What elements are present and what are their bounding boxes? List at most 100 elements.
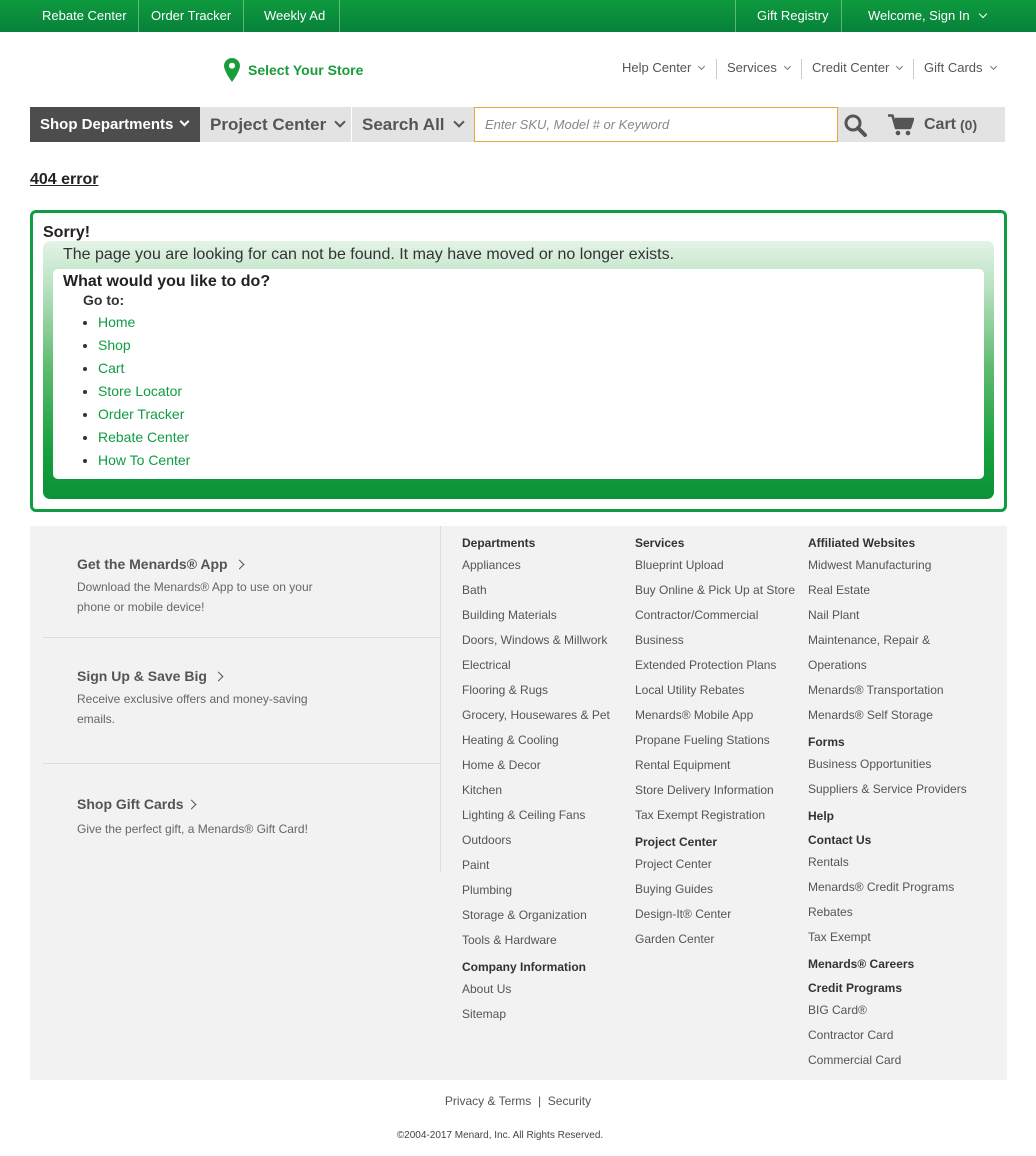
footer-link[interactable]: Garden Center: [635, 927, 805, 952]
gift-registry-link[interactable]: Gift Registry: [757, 0, 829, 32]
footer-link[interactable]: Nail Plant: [808, 603, 978, 628]
careers-heading[interactable]: Menards® Careers: [808, 955, 978, 974]
footer-link[interactable]: Maintenance, Repair & Operations: [808, 628, 943, 678]
footer-link[interactable]: Contractor/Commercial: [635, 603, 805, 628]
footer-link[interactable]: Flooring & Rugs: [462, 678, 632, 703]
footer-link[interactable]: Electrical: [462, 653, 632, 678]
search-all-label: Search All: [362, 115, 445, 134]
services-menu[interactable]: Services: [727, 60, 791, 78]
footer-link[interactable]: Appliances: [462, 553, 632, 578]
footer-link[interactable]: BIG Card®: [808, 998, 978, 1023]
footer-link[interactable]: Menards® Self Storage: [808, 703, 978, 728]
footer-link[interactable]: Buy Online & Pick Up at Store: [635, 578, 805, 603]
gift-cards-promo-link[interactable]: Shop Gift Cards: [77, 796, 197, 812]
store-locator-link[interactable]: Store Locator: [98, 383, 182, 399]
footer-link[interactable]: Doors, Windows & Millwork: [462, 628, 632, 653]
rebate-center-link[interactable]: Rebate Center: [42, 0, 127, 32]
sign-in-menu[interactable]: Welcome, Sign In: [868, 0, 987, 32]
footer-link[interactable]: Commercial Card: [808, 1048, 978, 1073]
footer-link[interactable]: Storage & Organization: [462, 903, 632, 928]
divider: [43, 763, 441, 764]
departments-heading: Departments: [462, 536, 536, 550]
footer-link[interactable]: Kitchen: [462, 778, 632, 803]
help-center-menu[interactable]: Help Center: [622, 60, 706, 78]
cart-link[interactable]: Cart: [98, 360, 124, 376]
footer-link[interactable]: Bath: [462, 578, 632, 603]
rebate-center-link[interactable]: Rebate Center: [98, 429, 189, 445]
home-link[interactable]: Home: [98, 314, 135, 330]
help-heading[interactable]: Help: [808, 807, 978, 826]
select-store-link[interactable]: Select Your Store: [224, 58, 363, 82]
footer-link[interactable]: Menards® Transportation: [808, 678, 978, 703]
footer-link[interactable]: Suppliers & Service Providers: [808, 777, 978, 802]
footer-link[interactable]: About Us: [462, 977, 632, 1002]
footer-link[interactable]: Menards® Mobile App: [635, 703, 805, 728]
security-link[interactable]: Security: [548, 1094, 591, 1108]
services-label: Services: [727, 60, 777, 75]
gift-cards-menu[interactable]: Gift Cards: [924, 60, 997, 78]
footer-link[interactable]: Contractor Card: [808, 1023, 978, 1048]
legal-separator: |: [537, 1094, 542, 1108]
list-item: How To Center: [98, 449, 190, 472]
footer-link[interactable]: Plumbing: [462, 878, 632, 903]
footer-link[interactable]: Blueprint Upload: [635, 553, 805, 578]
search-icon[interactable]: [842, 113, 870, 137]
app-promo-link[interactable]: Get the Menards® App: [77, 556, 245, 572]
weekly-ad-link[interactable]: Weekly Ad: [264, 0, 325, 32]
divider: [801, 59, 802, 79]
app-promo-text: Download the Menards® App to use on your…: [77, 580, 313, 614]
contact-heading[interactable]: Contact Us: [808, 831, 978, 850]
footer-link[interactable]: Tools & Hardware: [462, 928, 632, 953]
suggestions-heading: What would you like to do?: [63, 273, 271, 290]
footer-link[interactable]: Heating & Cooling: [462, 728, 632, 753]
footer-link[interactable]: Tax Exempt: [808, 925, 978, 950]
gift-cards-label: Gift Cards: [924, 60, 983, 75]
chevron-down-icon: [698, 62, 706, 71]
footer-link[interactable]: Project Center: [635, 852, 805, 877]
suggestion-links: Home Shop Cart Store Locator Order Track…: [98, 311, 190, 472]
footer-link[interactable]: Business Opportunities: [808, 752, 978, 777]
top-bar: Rebate Center Order Tracker Weekly Ad Gi…: [0, 0, 1036, 32]
footer-link[interactable]: Home & Decor: [462, 753, 632, 778]
footer-link[interactable]: Menards® Credit Programs: [808, 875, 978, 900]
order-tracker-link[interactable]: Order Tracker: [151, 0, 231, 32]
shop-departments-menu[interactable]: Shop Departments: [30, 107, 200, 142]
error-box: Sorry! The page you are looking for can …: [30, 210, 1007, 512]
chevron-right-icon: [234, 559, 245, 570]
footer-link[interactable]: Rental Equipment: [635, 753, 805, 778]
location-pin-icon: [224, 58, 240, 82]
footer-link[interactable]: Real Estate: [808, 578, 978, 603]
chevron-right-icon: [186, 799, 197, 810]
footer-link[interactable]: Local Utility Rebates: [635, 678, 805, 703]
footer-link[interactable]: Extended Protection Plans: [635, 653, 805, 678]
cart-button[interactable]: Cart (0): [888, 107, 977, 142]
footer-link[interactable]: Buying Guides: [635, 877, 805, 902]
footer-link[interactable]: Tax Exempt Registration: [635, 803, 805, 828]
signup-promo-link[interactable]: Sign Up & Save Big: [77, 668, 224, 684]
footer-link[interactable]: Grocery, Housewares & Pet: [462, 703, 632, 728]
footer-link[interactable]: Store Delivery Information: [635, 778, 805, 803]
footer-link[interactable]: Paint: [462, 853, 632, 878]
project-center-menu[interactable]: Project Center: [210, 107, 346, 142]
footer-link[interactable]: Midwest Manufacturing: [808, 553, 978, 578]
footer-link[interactable]: Business: [635, 628, 805, 653]
footer-link[interactable]: Lighting & Ceiling Fans: [462, 803, 632, 828]
credit-center-menu[interactable]: Credit Center: [812, 60, 904, 78]
cart-count: (0): [960, 116, 978, 133]
privacy-terms-link[interactable]: Privacy & Terms: [445, 1094, 531, 1108]
footer-departments-column: Departments Appliances Bath Building Mat…: [462, 534, 632, 1027]
footer-link[interactable]: Propane Fueling Stations: [635, 728, 805, 753]
order-tracker-link[interactable]: Order Tracker: [98, 406, 184, 422]
chevron-down-icon: [989, 62, 997, 71]
footer-link[interactable]: Outdoors: [462, 828, 632, 853]
search-input[interactable]: [474, 107, 838, 142]
footer-link[interactable]: Design-It® Center: [635, 902, 805, 927]
search-all-menu[interactable]: Search All: [362, 107, 465, 142]
how-to-center-link[interactable]: How To Center: [98, 452, 190, 468]
footer-link[interactable]: Rebates: [808, 900, 978, 925]
footer-link[interactable]: Building Materials: [462, 603, 632, 628]
signup-promo-text: Receive exclusive offers and money-savin…: [77, 692, 308, 726]
shop-link[interactable]: Shop: [98, 337, 131, 353]
footer-link[interactable]: Rentals: [808, 850, 978, 875]
footer-link[interactable]: Sitemap: [462, 1002, 632, 1027]
